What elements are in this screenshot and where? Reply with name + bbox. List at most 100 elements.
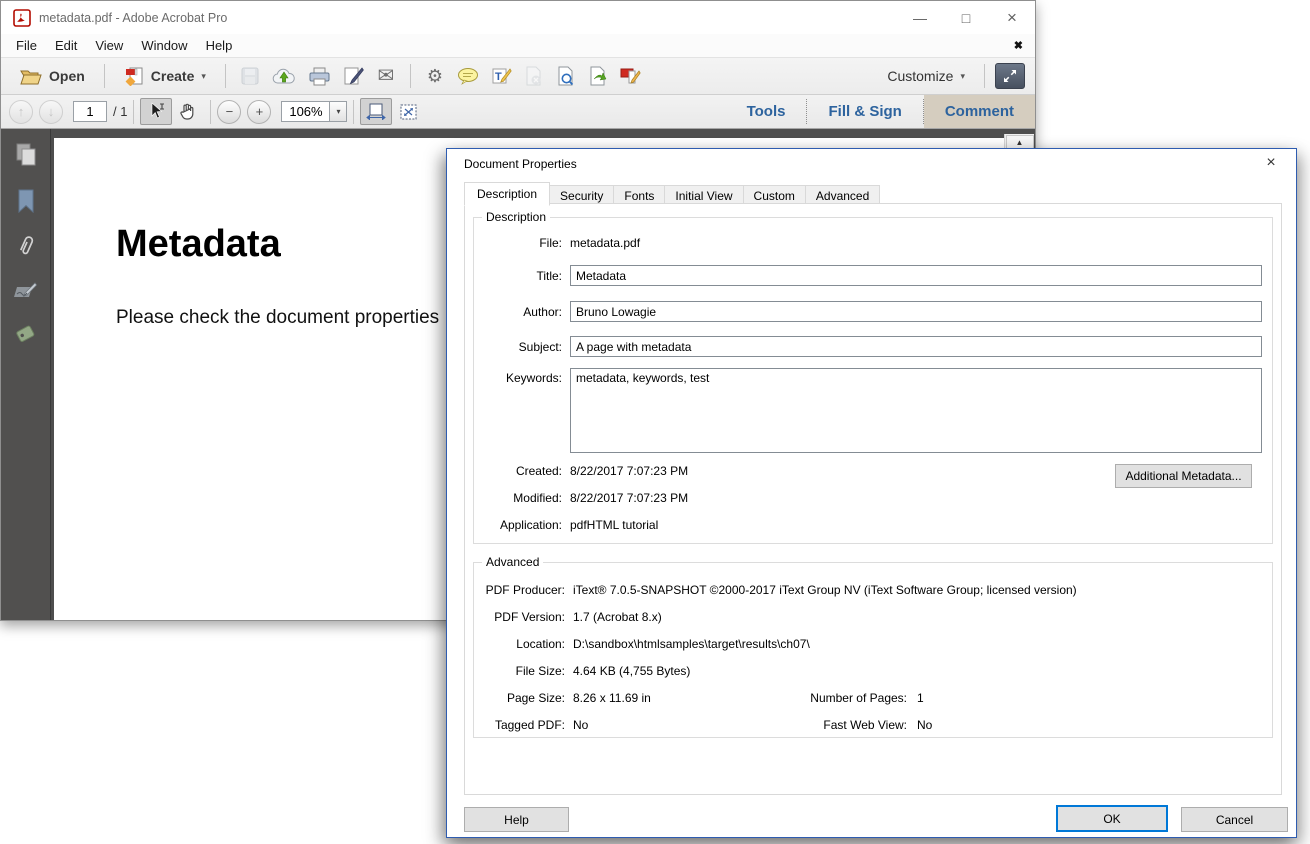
select-tool-button[interactable]: [140, 98, 172, 125]
dialog-close-icon[interactable]: ×: [1260, 154, 1282, 172]
ok-button[interactable]: OK: [1056, 805, 1168, 832]
window-title: metadata.pdf - Adobe Acrobat Pro: [39, 11, 897, 25]
share-cloud-button[interactable]: [268, 63, 300, 90]
find-page-button[interactable]: [552, 63, 580, 90]
page-search-icon: [556, 66, 575, 86]
created-label: Created:: [474, 464, 562, 478]
menu-edit[interactable]: Edit: [46, 38, 86, 53]
customize-label: Customize: [887, 68, 953, 84]
minimize-button[interactable]: —: [897, 1, 943, 34]
menu-view[interactable]: View: [86, 38, 132, 53]
task-panels: Tools Fill & Sign Comment: [726, 95, 1035, 128]
keywords-textarea[interactable]: [570, 368, 1262, 453]
delete-page-button[interactable]: [520, 63, 548, 90]
titlebar: metadata.pdf - Adobe Acrobat Pro — □ ×: [1, 1, 1035, 34]
modified-value: 8/22/2017 7:07:23 PM: [570, 491, 688, 505]
customize-button[interactable]: Customize ▾: [878, 63, 974, 90]
location-label: Location:: [474, 637, 565, 651]
tagged-pdf-value: No: [573, 718, 588, 732]
file-size-value: 4.64 KB (4,755 Bytes): [573, 664, 690, 678]
menu-help[interactable]: Help: [197, 38, 242, 53]
maximize-button[interactable]: □: [943, 1, 989, 34]
page-export-icon: [588, 66, 608, 86]
menu-file[interactable]: File: [7, 38, 46, 53]
separator: [133, 100, 134, 124]
page-thumbnails-icon[interactable]: [13, 142, 39, 168]
pdf-version-label: PDF Version:: [474, 610, 565, 624]
help-button[interactable]: Help: [464, 807, 569, 832]
screen: metadata.pdf - Adobe Acrobat Pro — □ × F…: [0, 0, 1310, 844]
subject-input[interactable]: [570, 336, 1262, 357]
envelope-icon: ✉: [378, 66, 395, 86]
cancel-button[interactable]: Cancel: [1181, 807, 1288, 832]
zoom-out-button[interactable]: −: [217, 100, 241, 124]
save-icon: [240, 66, 260, 86]
page-number-input[interactable]: [73, 101, 107, 122]
advanced-legend: Advanced: [482, 555, 543, 569]
pdf-producer-label: PDF Producer:: [474, 583, 565, 597]
document-close-icon[interactable]: ✖: [1014, 39, 1023, 52]
chevron-down-icon: ▾: [201, 71, 206, 82]
document-properties-dialog: Document Properties × Description Securi…: [446, 148, 1297, 838]
zoom-dropdown-button[interactable]: ▾: [329, 101, 347, 122]
title-label: Title:: [474, 269, 562, 283]
open-label: Open: [49, 68, 85, 84]
open-button[interactable]: Open: [11, 63, 94, 90]
description-legend: Description: [482, 210, 550, 224]
menu-window[interactable]: Window: [132, 38, 196, 53]
highlight-text-button[interactable]: T: [487, 63, 516, 90]
fit-page-icon: [399, 103, 418, 121]
main-toolbar: Open Create ▾: [1, 58, 1035, 95]
additional-metadata-button[interactable]: Additional Metadata...: [1115, 464, 1252, 488]
previous-page-button[interactable]: ↑: [9, 100, 33, 124]
tags-icon[interactable]: [14, 322, 38, 346]
tab-description[interactable]: Description: [464, 182, 550, 206]
pdf-app-icon: [13, 9, 31, 27]
attachments-icon[interactable]: [16, 234, 36, 260]
tools-panel-button[interactable]: Tools: [726, 95, 807, 128]
subject-label: Subject:: [474, 340, 562, 354]
comment-panel-button[interactable]: Comment: [924, 95, 1035, 128]
author-input[interactable]: [570, 301, 1262, 322]
page-delete-icon: [524, 66, 543, 86]
fill-sign-panel-button[interactable]: Fill & Sign: [807, 95, 922, 128]
print-button[interactable]: [304, 63, 335, 90]
email-button[interactable]: ✉: [372, 63, 400, 90]
form-edit-icon: [620, 67, 641, 86]
advanced-groupbox: Advanced PDF Producer: iText® 7.0.5-SNAP…: [473, 562, 1273, 738]
zoom-level-input[interactable]: [281, 101, 329, 122]
create-button[interactable]: Create ▾: [115, 63, 215, 90]
close-button[interactable]: ×: [989, 1, 1035, 34]
create-document-icon: [124, 66, 144, 86]
save-button[interactable]: [236, 63, 264, 90]
title-input[interactable]: [570, 265, 1262, 286]
page-total-label: / 1: [113, 104, 127, 119]
description-groupbox: Description File: metadata.pdf Title: Au…: [473, 217, 1273, 544]
form-edit-button[interactable]: [616, 63, 645, 90]
fullscreen-button[interactable]: [995, 63, 1025, 89]
fit-page-button[interactable]: [392, 98, 424, 125]
separator: [104, 64, 105, 88]
zoom-in-button[interactable]: +: [247, 100, 271, 124]
settings-button[interactable]: ⚙: [421, 63, 449, 90]
keywords-label: Keywords:: [474, 371, 562, 385]
select-cursor-icon: [147, 102, 166, 121]
pdf-heading: Metadata: [116, 223, 281, 266]
sign-button[interactable]: [339, 63, 368, 90]
bookmarks-icon[interactable]: [17, 189, 35, 213]
pdf-version-value: 1.7 (Acrobat 8.x): [573, 610, 662, 624]
navigation-sidebar: [1, 129, 51, 620]
hand-tool-button[interactable]: [172, 98, 204, 125]
signatures-icon[interactable]: [13, 281, 39, 301]
chevron-down-icon: ▾: [960, 71, 965, 82]
next-page-button[interactable]: ↓: [39, 100, 63, 124]
export-page-button[interactable]: [584, 63, 612, 90]
separator: [225, 64, 226, 88]
author-label: Author:: [474, 305, 562, 319]
comment-bubble-button[interactable]: [453, 63, 483, 90]
navigation-toolbar: ↑ ↓ / 1 − + ▾: [1, 95, 1035, 129]
fast-web-view-label: Fast Web View:: [727, 718, 907, 732]
file-label: File:: [474, 236, 562, 250]
fit-width-button[interactable]: [360, 98, 392, 125]
expand-arrows-icon: [1002, 68, 1018, 84]
